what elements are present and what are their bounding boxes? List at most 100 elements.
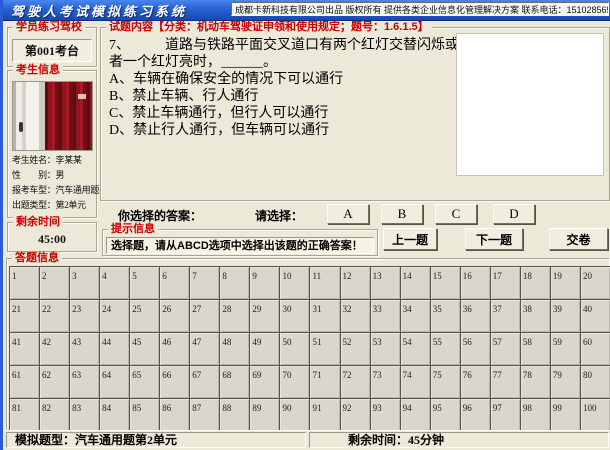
grid-cell-87[interactable]: 87 xyxy=(190,399,219,431)
grid-cell-94[interactable]: 94 xyxy=(401,399,430,431)
grid-cell-55[interactable]: 55 xyxy=(431,333,460,365)
grid-cell-54[interactable]: 54 xyxy=(401,333,430,365)
grid-cell-100[interactable]: 100 xyxy=(581,399,610,431)
grid-cell-37[interactable]: 37 xyxy=(491,300,520,332)
grid-cell-98[interactable]: 98 xyxy=(521,399,550,431)
grid-cell-21[interactable]: 21 xyxy=(10,300,39,332)
grid-cell-49[interactable]: 49 xyxy=(250,333,279,365)
grid-cell-47[interactable]: 47 xyxy=(190,333,219,365)
grid-cell-63[interactable]: 63 xyxy=(70,366,99,398)
grid-cell-44[interactable]: 44 xyxy=(100,333,129,365)
grid-cell-42[interactable]: 42 xyxy=(40,333,69,365)
grid-cell-99[interactable]: 99 xyxy=(551,399,580,431)
grid-cell-79[interactable]: 79 xyxy=(551,366,580,398)
grid-cell-13[interactable]: 13 xyxy=(371,267,400,299)
grid-cell-46[interactable]: 46 xyxy=(160,333,189,365)
grid-cell-12[interactable]: 12 xyxy=(341,267,370,299)
grid-cell-91[interactable]: 91 xyxy=(310,399,339,431)
grid-cell-40[interactable]: 40 xyxy=(581,300,610,332)
grid-cell-11[interactable]: 11 xyxy=(310,267,339,299)
grid-cell-93[interactable]: 93 xyxy=(371,399,400,431)
grid-cell-3[interactable]: 3 xyxy=(70,267,99,299)
grid-cell-60[interactable]: 60 xyxy=(581,333,610,365)
grid-cell-53[interactable]: 53 xyxy=(371,333,400,365)
grid-cell-90[interactable]: 90 xyxy=(280,399,309,431)
grid-cell-7[interactable]: 7 xyxy=(190,267,219,299)
grid-cell-72[interactable]: 72 xyxy=(341,366,370,398)
choice-b-button[interactable]: B xyxy=(381,204,423,224)
grid-cell-52[interactable]: 52 xyxy=(341,333,370,365)
grid-cell-14[interactable]: 14 xyxy=(401,267,430,299)
grid-cell-76[interactable]: 76 xyxy=(461,366,490,398)
grid-cell-84[interactable]: 84 xyxy=(100,399,129,431)
grid-cell-48[interactable]: 48 xyxy=(220,333,249,365)
grid-cell-51[interactable]: 51 xyxy=(310,333,339,365)
grid-cell-66[interactable]: 66 xyxy=(160,366,189,398)
grid-cell-38[interactable]: 38 xyxy=(521,300,550,332)
grid-cell-83[interactable]: 83 xyxy=(70,399,99,431)
choice-d-button[interactable]: D xyxy=(493,204,535,224)
submit-paper-button[interactable]: 交卷 xyxy=(549,228,608,250)
next-question-button[interactable]: 下一题 xyxy=(465,228,523,250)
grid-cell-86[interactable]: 86 xyxy=(160,399,189,431)
grid-cell-6[interactable]: 6 xyxy=(160,267,189,299)
grid-cell-39[interactable]: 39 xyxy=(551,300,580,332)
grid-cell-20[interactable]: 20 xyxy=(581,267,610,299)
grid-cell-92[interactable]: 92 xyxy=(341,399,370,431)
grid-cell-70[interactable]: 70 xyxy=(280,366,309,398)
grid-cell-80[interactable]: 80 xyxy=(581,366,610,398)
grid-cell-31[interactable]: 31 xyxy=(310,300,339,332)
grid-cell-97[interactable]: 97 xyxy=(491,399,520,431)
grid-cell-56[interactable]: 56 xyxy=(461,333,490,365)
grid-cell-65[interactable]: 65 xyxy=(130,366,159,398)
grid-cell-78[interactable]: 78 xyxy=(521,366,550,398)
grid-cell-57[interactable]: 57 xyxy=(491,333,520,365)
grid-cell-26[interactable]: 26 xyxy=(160,300,189,332)
grid-cell-89[interactable]: 89 xyxy=(250,399,279,431)
grid-cell-50[interactable]: 50 xyxy=(280,333,309,365)
grid-cell-18[interactable]: 18 xyxy=(521,267,550,299)
grid-cell-23[interactable]: 23 xyxy=(70,300,99,332)
grid-cell-33[interactable]: 33 xyxy=(371,300,400,332)
grid-cell-85[interactable]: 85 xyxy=(130,399,159,431)
choice-a-button[interactable]: A xyxy=(327,204,369,224)
grid-cell-22[interactable]: 22 xyxy=(40,300,69,332)
grid-cell-43[interactable]: 43 xyxy=(70,333,99,365)
prev-question-button[interactable]: 上一题 xyxy=(383,228,437,250)
grid-cell-82[interactable]: 82 xyxy=(40,399,69,431)
grid-cell-4[interactable]: 4 xyxy=(100,267,129,299)
grid-cell-88[interactable]: 88 xyxy=(220,399,249,431)
grid-cell-16[interactable]: 16 xyxy=(461,267,490,299)
grid-cell-41[interactable]: 41 xyxy=(10,333,39,365)
grid-cell-32[interactable]: 32 xyxy=(341,300,370,332)
grid-cell-71[interactable]: 71 xyxy=(310,366,339,398)
grid-cell-28[interactable]: 28 xyxy=(220,300,249,332)
grid-cell-77[interactable]: 77 xyxy=(491,366,520,398)
grid-cell-95[interactable]: 95 xyxy=(431,399,460,431)
grid-cell-64[interactable]: 64 xyxy=(100,366,129,398)
grid-cell-30[interactable]: 30 xyxy=(280,300,309,332)
grid-cell-8[interactable]: 8 xyxy=(220,267,249,299)
grid-cell-5[interactable]: 5 xyxy=(130,267,159,299)
grid-cell-45[interactable]: 45 xyxy=(130,333,159,365)
grid-cell-15[interactable]: 15 xyxy=(431,267,460,299)
grid-cell-25[interactable]: 25 xyxy=(130,300,159,332)
grid-cell-74[interactable]: 74 xyxy=(401,366,430,398)
grid-cell-62[interactable]: 62 xyxy=(40,366,69,398)
grid-cell-75[interactable]: 75 xyxy=(431,366,460,398)
grid-cell-68[interactable]: 68 xyxy=(220,366,249,398)
grid-cell-67[interactable]: 67 xyxy=(190,366,219,398)
grid-cell-36[interactable]: 36 xyxy=(461,300,490,332)
grid-cell-61[interactable]: 61 xyxy=(10,366,39,398)
grid-cell-19[interactable]: 19 xyxy=(551,267,580,299)
grid-cell-35[interactable]: 35 xyxy=(431,300,460,332)
grid-cell-73[interactable]: 73 xyxy=(371,366,400,398)
grid-cell-34[interactable]: 34 xyxy=(401,300,430,332)
grid-cell-24[interactable]: 24 xyxy=(100,300,129,332)
choice-c-button[interactable]: C xyxy=(435,204,477,224)
grid-cell-58[interactable]: 58 xyxy=(521,333,550,365)
grid-cell-9[interactable]: 9 xyxy=(250,267,279,299)
grid-cell-69[interactable]: 69 xyxy=(250,366,279,398)
grid-cell-29[interactable]: 29 xyxy=(250,300,279,332)
grid-cell-10[interactable]: 10 xyxy=(280,267,309,299)
